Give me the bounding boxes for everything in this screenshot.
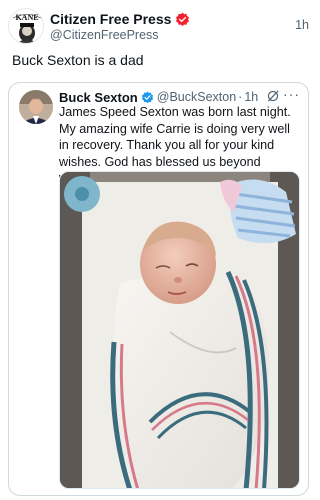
separator-dot: · [238, 90, 243, 104]
quoted-timestamp[interactable]: 1h [244, 90, 258, 104]
outer-tweet-header: KANE Citizen Free Press @CitizenFreePres… [8, 8, 309, 48]
citizen-free-press-avatar[interactable]: KANE [8, 8, 44, 44]
buck-sexton-avatar[interactable] [19, 90, 53, 124]
quoted-tweet-card[interactable]: Buck Sexton @BuckSexton · 1h ··· James S… [8, 82, 309, 496]
newborn-photo[interactable] [59, 171, 300, 489]
outer-timestamp[interactable]: 1h [295, 18, 309, 32]
grok-icon[interactable] [266, 89, 280, 103]
outer-name-row: Citizen Free Press [50, 10, 190, 28]
more-options-icon[interactable]: ··· [283, 86, 300, 102]
quoted-display-name[interactable]: Buck Sexton [59, 90, 138, 105]
verified-badge-icon [176, 12, 190, 26]
outer-tweet-text: Buck Sexton is a dad [12, 52, 144, 68]
quoted-handle[interactable]: @BuckSexton [157, 90, 236, 104]
outer-handle[interactable]: @CitizenFreePress [50, 28, 159, 42]
outer-display-name[interactable]: Citizen Free Press [50, 11, 171, 27]
avatar-kane-text: KANE [15, 13, 38, 22]
verified-badge-icon [141, 91, 153, 103]
